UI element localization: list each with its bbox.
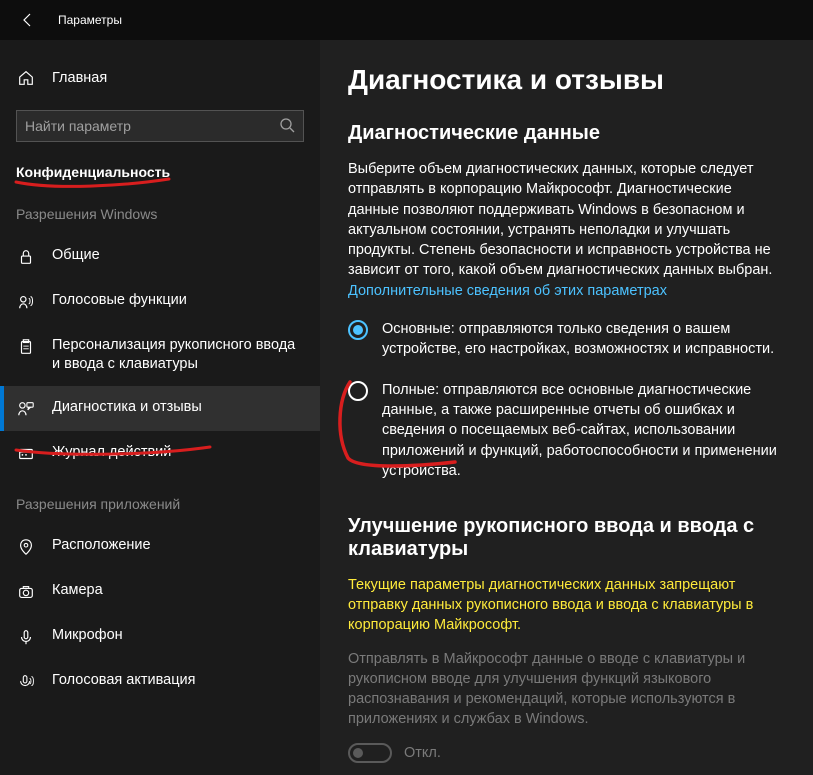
sidebar-item-label: Камера [52,581,103,600]
sidebar-item-location[interactable]: Расположение [0,524,320,569]
sidebar-item-home[interactable]: Главная [0,60,320,96]
location-icon [16,537,36,557]
sidebar-item-inking[interactable]: Персонализация рукописного ввода и ввода… [0,324,320,386]
titlebar: Параметры [0,0,813,40]
home-icon [16,68,36,88]
search-box[interactable] [16,110,304,142]
sidebar-home-label: Главная [52,70,107,86]
camera-icon [16,582,36,602]
sidebar-item-label: Диагностика и отзывы [52,398,202,417]
sidebar-group-windows-permissions: Разрешения Windows [0,186,320,234]
back-button[interactable] [16,8,40,32]
sidebar-item-label: Журнал действий [52,443,171,462]
page-title: Диагностика и отзывы [348,64,785,96]
sidebar-item-activity[interactable]: Журнал действий [0,431,320,476]
sidebar-heading-privacy: Конфиденциальность [0,164,320,180]
speech-icon [16,292,36,312]
section-diagnostic-data: Диагностические данные [348,122,785,145]
feedback-icon [16,399,36,419]
search-input[interactable] [25,118,279,134]
radio-basic[interactable]: Основные: отправляются только сведения о… [348,319,785,360]
sidebar-item-label: Голосовые функции [52,291,187,310]
sidebar-group-app-permissions: Разрешения приложений [0,476,320,524]
sidebar-item-label: Общие [52,246,100,265]
radio-full[interactable]: Полные: отправляются все основные диагно… [348,380,785,481]
sidebar: Главная Конфиденциальность Разрешения Wi… [0,40,320,775]
content-pane: Диагностика и отзывы Диагностические дан… [320,40,813,775]
sidebar-item-label: Персонализация рукописного ввода и ввода… [52,336,304,374]
radio-button-full[interactable] [348,381,368,401]
sidebar-item-label: Расположение [52,536,151,555]
activity-icon [16,444,36,464]
window-title: Параметры [58,13,122,27]
radio-button-basic[interactable] [348,320,368,340]
sidebar-item-camera[interactable]: Камера [0,569,320,614]
typing-toggle-label: Откл. [404,745,441,761]
sidebar-item-label: Микрофон [52,626,123,645]
microphone-icon [16,627,36,647]
lock-icon [16,247,36,267]
clipboard-icon [16,337,36,357]
radio-full-label: Полные: отправляются все основные диагно… [382,380,785,481]
learn-more-link[interactable]: Дополнительные сведения об этих параметр… [348,283,667,299]
voice-activation-icon [16,672,36,692]
sidebar-item-speech[interactable]: Голосовые функции [0,279,320,324]
sidebar-item-voice-activation[interactable]: Голосовая активация [0,659,320,704]
typing-description: Отправлять в Майкрософт данные о вводе с… [348,649,785,729]
sidebar-item-microphone[interactable]: Микрофон [0,614,320,659]
typing-toggle-row: Откл. [348,743,785,763]
arrow-left-icon [20,12,36,28]
diagnostic-intro-text: Выберите объем диагностических данных, к… [348,161,772,278]
diagnostic-intro: Выберите объем диагностических данных, к… [348,159,785,301]
sidebar-item-diagnostics[interactable]: Диагностика и отзывы [0,386,320,431]
sidebar-item-general[interactable]: Общие [0,234,320,279]
sidebar-item-label: Голосовая активация [52,671,195,690]
radio-basic-label: Основные: отправляются только сведения о… [382,319,785,360]
typing-warning: Текущие параметры диагностических данных… [348,575,785,635]
section-typing-improvement: Улучшение рукописного ввода и ввода с кл… [348,515,785,561]
search-icon [279,117,295,136]
typing-toggle[interactable] [348,743,392,763]
